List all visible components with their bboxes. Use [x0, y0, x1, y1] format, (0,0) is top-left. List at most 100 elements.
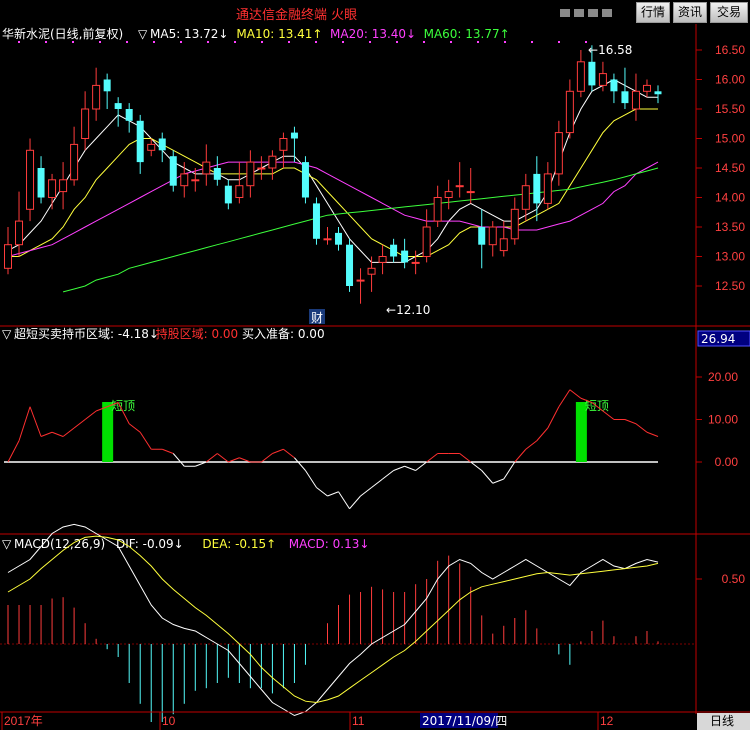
- time-tick-label: 10: [162, 714, 176, 728]
- ma-label-1: MA10: 13.41↑: [236, 27, 322, 41]
- candle-body-up: [444, 191, 453, 199]
- candle-body-down: [610, 79, 618, 92]
- top-dot: [126, 41, 128, 43]
- ma-toggle-icon[interactable]: ▽: [138, 27, 148, 41]
- ind1-tick-label: 0.00: [715, 455, 739, 469]
- price-tick-label: 15.50: [715, 102, 745, 116]
- period-label[interactable]: 日线: [710, 714, 734, 728]
- news-button[interactable]: 资讯: [673, 2, 707, 23]
- top-dot: [99, 41, 101, 43]
- time-tick-label: 11: [352, 714, 365, 728]
- ind1-segment: [393, 465, 405, 471]
- ind1-segment: [624, 419, 637, 425]
- ind1-signal-bars: 短顶短顶: [102, 399, 609, 462]
- ma-label-3: MA60: 13.77↑: [424, 27, 510, 41]
- ind1-segment: [547, 406, 560, 429]
- ma-line-ma10: [8, 108, 658, 257]
- macd-toggle-icon[interactable]: ▽: [2, 537, 12, 551]
- candle-body-up: [235, 185, 244, 198]
- ind1-segment: [646, 431, 659, 437]
- ind1-label-2: 买入准备: 0.00: [242, 327, 325, 341]
- title-bar: 通达信金融终端 火眼 行情 资讯 交易: [0, 0, 750, 24]
- macd-label-2: MACD: 0.13↓: [289, 537, 370, 551]
- macd-name: MACD(12,26,9): [14, 537, 105, 551]
- ind1-segment: [459, 453, 472, 463]
- top-dot: [423, 41, 425, 43]
- ind1-segment: [29, 406, 42, 437]
- macd-label-1: DEA: -0.15↑: [202, 537, 276, 551]
- top-dot: [477, 41, 479, 43]
- candle-body-down: [169, 156, 177, 186]
- ind1-segment: [73, 419, 86, 429]
- ind1-segment: [40, 431, 53, 437]
- time-axis: 2017年 10 11 12: [1, 712, 614, 730]
- candle-body-down: [290, 132, 298, 139]
- ma-legend: MA5: 13.72↓ MA10: 13.41↑ MA20: 13.40↓ MA60:…: [150, 27, 510, 41]
- finance-tag[interactable]: 财: [311, 311, 323, 325]
- top-dot: [450, 41, 452, 43]
- candle-body-up: [488, 226, 497, 246]
- candle-body-up: [48, 179, 57, 199]
- price-tick-label: 13.50: [715, 220, 745, 234]
- ind1-value: 26.94: [701, 332, 735, 346]
- candle-body-down: [335, 232, 343, 245]
- price-tick-label: 16.50: [715, 43, 745, 57]
- candle-body-up: [180, 173, 189, 187]
- ind1-tick-label: 10.00: [708, 413, 738, 427]
- candle-body-down: [401, 250, 409, 263]
- window-dots: [560, 6, 620, 17]
- ind1-segment: [84, 410, 97, 420]
- macd-legend: DIF: -0.09↓ DEA: -0.15↑ MACD: 0.13↓: [116, 537, 369, 551]
- stock-name: 华新水泥(日线,前复权): [2, 26, 123, 41]
- price-top-dots: [18, 41, 587, 43]
- candle-body-up: [510, 208, 519, 240]
- trade-button[interactable]: 交易: [710, 2, 748, 23]
- ind1-segment: [492, 478, 504, 484]
- macd-label-0: DIF: -0.09↓: [116, 537, 184, 551]
- candle-body-up: [466, 191, 475, 194]
- ind1-segment: [360, 487, 372, 497]
- ind1-segment: [382, 470, 394, 480]
- candle-body-down: [390, 244, 398, 257]
- ind1-axis: 20.00 10.00 0.00: [696, 370, 738, 469]
- ind1-tick-label: 20.00: [708, 370, 738, 384]
- candle-body-up: [422, 226, 431, 257]
- candle-body-up: [4, 244, 12, 269]
- candle-body-up: [70, 143, 79, 181]
- ind1-segment: [481, 470, 494, 484]
- candle-body-down: [312, 203, 320, 239]
- quote-button[interactable]: 行情: [636, 2, 670, 23]
- candle-body-up: [15, 220, 24, 246]
- candle-body-up: [81, 108, 90, 139]
- candle-body-up: [92, 84, 101, 110]
- ind1-segment: [7, 440, 20, 463]
- candle-body-up: [433, 197, 442, 222]
- ind1-segment: [327, 491, 339, 497]
- macd-line-dif: [7, 523, 659, 717]
- app-title: 通达信金融终端 火眼: [236, 8, 358, 23]
- candle-body-down: [533, 173, 541, 204]
- ind1-segment: [371, 478, 383, 488]
- price-tick-label: 14.00: [715, 191, 745, 205]
- ind1-segment: [261, 453, 273, 463]
- candle-body-up: [411, 261, 420, 264]
- price-tick-label: 16.00: [715, 73, 745, 87]
- top-dot: [315, 41, 317, 43]
- ind1-segment: [470, 461, 483, 471]
- top-dot: [261, 41, 263, 43]
- candle-body-down: [125, 109, 133, 121]
- ind1-segment: [349, 495, 361, 510]
- ma-label-0: MA5: 13.72↓: [150, 27, 228, 41]
- ind1-name: 超短买卖: [14, 326, 62, 341]
- candle-body-down: [654, 91, 662, 95]
- candle-body-up: [499, 238, 508, 252]
- top-dot: [45, 41, 47, 43]
- ind1-toggle-icon[interactable]: ▽: [2, 327, 12, 341]
- ind1-label-1: 持股区域: 0.00: [156, 326, 239, 341]
- ma-label-2: MA20: 13.40↓: [330, 27, 416, 41]
- stock-chart-area[interactable]: 华新水泥(日线,前复权) ▽ MA5: 13.72↓ MA10: 13.41↑ MA…: [0, 24, 750, 730]
- ind1-segment: [514, 448, 527, 463]
- macd-tick-label: 0.50: [722, 572, 746, 586]
- candle-body-up: [565, 90, 574, 134]
- low-price-label: ←12.10: [386, 303, 430, 317]
